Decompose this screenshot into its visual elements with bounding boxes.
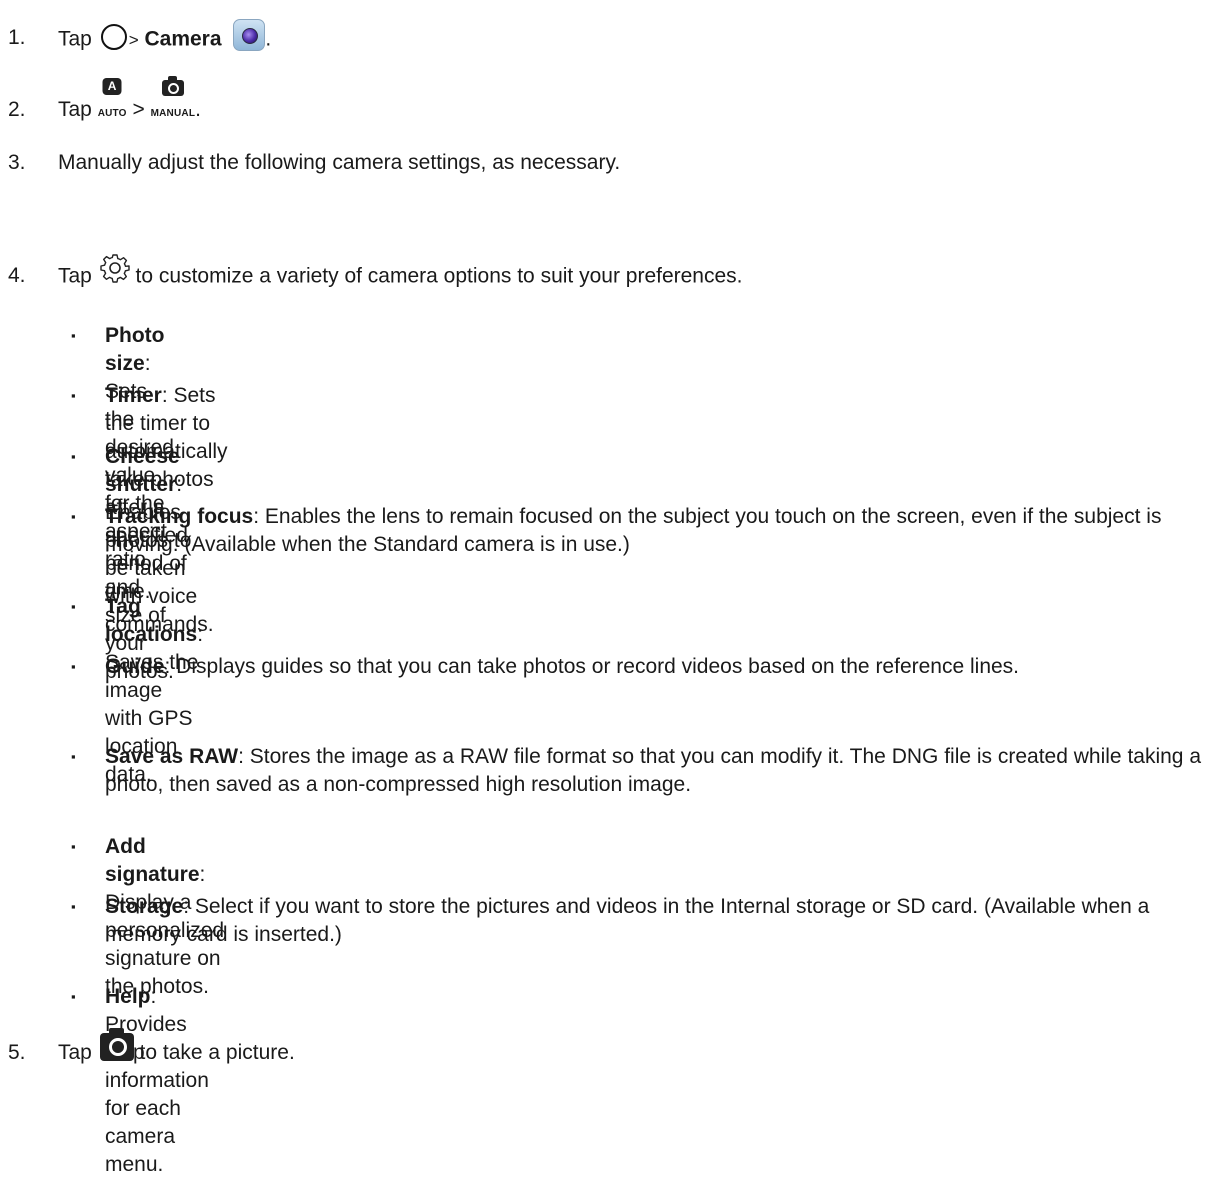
step-number: 1. bbox=[8, 26, 26, 49]
bullet-icon: ▪ bbox=[71, 989, 76, 1004]
bullet-icon: ▪ bbox=[71, 388, 76, 403]
manual-mode-icon bbox=[161, 76, 184, 96]
bullet-icon: ▪ bbox=[71, 839, 76, 854]
option-name: Help bbox=[105, 985, 151, 1008]
step-number: 3. bbox=[8, 151, 26, 174]
auto-mode-button: A AUTO bbox=[97, 78, 127, 127]
option-name: Tag locations bbox=[105, 595, 198, 646]
option-desc: : Stores the image as a RAW file format … bbox=[105, 745, 1201, 796]
bullet-icon: ▪ bbox=[71, 749, 76, 764]
gear-icon bbox=[100, 254, 130, 283]
bullet-icon: ▪ bbox=[71, 659, 76, 674]
option-name: Save as RAW bbox=[105, 745, 239, 768]
step-text: Tap to take a picture. bbox=[58, 1028, 295, 1067]
step-text: Manually adjust the following camera set… bbox=[58, 151, 621, 174]
bullet-icon: ▪ bbox=[71, 449, 76, 464]
step-text: Tap > Camera . bbox=[58, 19, 271, 56]
step-text: Tap A AUTO > MANUAL. bbox=[58, 76, 201, 127]
option-desc: : Select if you want to store the pictur… bbox=[105, 895, 1150, 946]
separator: > bbox=[132, 98, 145, 121]
auto-mode-label: AUTO bbox=[97, 108, 127, 119]
bullet-icon: ▪ bbox=[71, 328, 76, 343]
step-number: 2. bbox=[8, 98, 26, 121]
camera-label: Camera bbox=[144, 27, 222, 51]
option-name: Photo size bbox=[105, 324, 165, 375]
option-desc: : Displays guides so that you can take p… bbox=[164, 655, 1020, 678]
manual-mode-label: MANUAL bbox=[150, 108, 196, 119]
option-name: Guide bbox=[105, 655, 165, 678]
bullet-icon: ▪ bbox=[71, 509, 76, 524]
step-number: 5. bbox=[8, 1041, 26, 1064]
option-name: Timer bbox=[105, 384, 162, 407]
option-name: Cheese shutter bbox=[105, 445, 180, 496]
auto-mode-icon: A bbox=[102, 78, 122, 95]
option-desc: : Provides help information for each cam… bbox=[105, 985, 209, 1176]
home-button-icon bbox=[100, 24, 127, 50]
separator: > bbox=[128, 30, 139, 50]
bullet-icon: ▪ bbox=[71, 599, 76, 614]
camera-shutter-icon bbox=[99, 1028, 134, 1062]
option-desc: : Enables the lens to remain focused on … bbox=[105, 505, 1162, 556]
step-number: 4. bbox=[8, 264, 26, 287]
bullet-icon: ▪ bbox=[71, 899, 76, 914]
camera-app-icon bbox=[233, 19, 266, 51]
option-name: Tracking focus bbox=[105, 505, 254, 528]
option-name: Add signature bbox=[105, 835, 200, 886]
manual-mode-button: MANUAL bbox=[150, 76, 196, 127]
step-text: Tap to customize a variety of camera opt… bbox=[58, 254, 743, 292]
option-name: Storage bbox=[105, 895, 184, 918]
